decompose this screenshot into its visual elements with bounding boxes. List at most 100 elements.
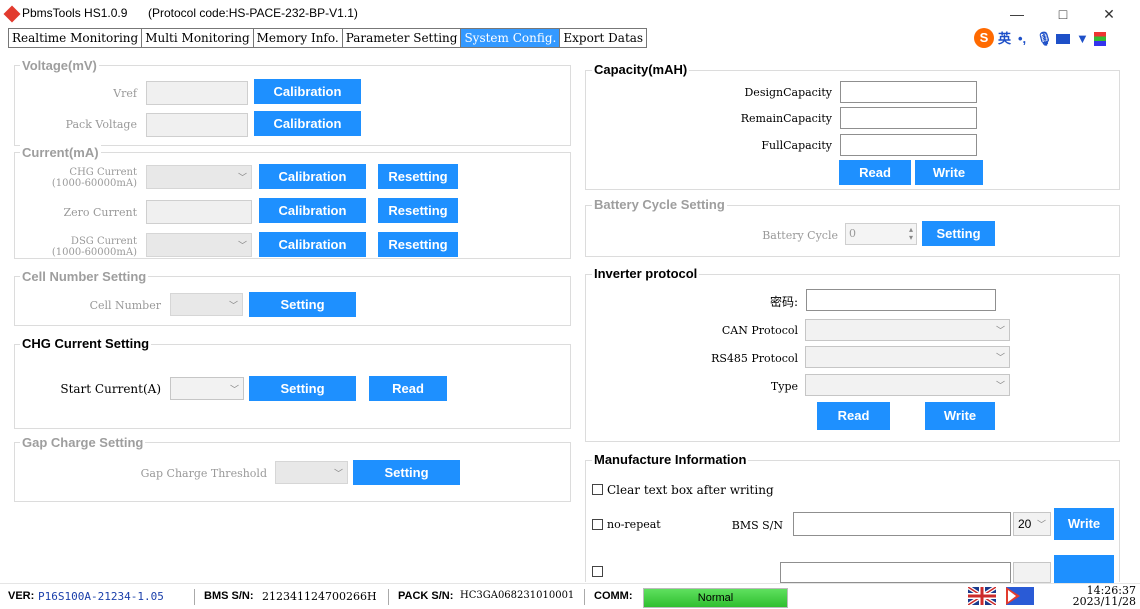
tab-bar: Realtime Monitoring Multi Monitoring Mem… (8, 28, 648, 48)
pack-sn-status-value: HC3GA068231010001 (460, 590, 575, 601)
chg-current-setting-title: CHG Current Setting (20, 336, 152, 351)
password-input[interactable] (806, 289, 996, 311)
inverter-read-button[interactable]: Read (817, 402, 890, 430)
start-current-setting-button[interactable]: Setting (249, 376, 356, 401)
bms-sn-label: BMS S/N (731, 519, 783, 532)
language-flag-icon[interactable] (1006, 587, 1034, 605)
rs485-protocol-select[interactable]: ﹀ (805, 346, 1010, 368)
title-bar: PbmsTools HS1.0.9 (Protocol code:HS-PACE… (0, 0, 1140, 28)
battery-cycle-setting-button[interactable]: Setting (922, 221, 995, 246)
capacity-write-button[interactable]: Write (915, 160, 983, 185)
remain-capacity-input[interactable] (840, 107, 977, 129)
zero-current-input[interactable] (146, 200, 252, 224)
maximize-button[interactable]: □ (1048, 4, 1078, 24)
type-select[interactable]: ﹀ (805, 374, 1010, 396)
gap-charge-setting-button[interactable]: Setting (353, 460, 460, 485)
type-label: Type (770, 380, 798, 393)
spinner-arrows-icon[interactable]: ▴ ▾ (909, 226, 913, 242)
tab-realtime-monitoring[interactable]: Realtime Monitoring (8, 28, 143, 48)
app-icon (3, 5, 21, 23)
chevron-down-icon: ﹀ (333, 468, 343, 478)
vref-input[interactable] (146, 81, 248, 105)
start-current-select[interactable]: ﹀ (170, 377, 244, 400)
ime-toolbar: S 英 •, 🎙 ▼ (974, 28, 1134, 48)
vref-calibration-button[interactable]: Calibration (254, 79, 361, 104)
status-bar: VER: P16S100A-21234-1.05 BMS S/N: 212341… (0, 583, 1140, 609)
battery-cycle-spinner[interactable]: 0 ▴ ▾ (845, 223, 917, 245)
remain-capacity-label: RemainCapacity (740, 112, 832, 125)
pack-sn-input[interactable] (780, 562, 1011, 583)
chg-resetting-button[interactable]: Resetting (378, 164, 458, 189)
capacity-read-button[interactable]: Read (839, 160, 911, 185)
chg-current-range: (1000-60000mA) (51, 178, 137, 189)
chg-current-select[interactable]: ﹀ (146, 165, 252, 189)
ime-punctuation-icon[interactable]: •, (1018, 30, 1026, 48)
microphone-icon[interactable]: 🎙 (1036, 30, 1053, 48)
app-title: PbmsTools HS1.0.9 (22, 6, 128, 20)
bms-sn-length-value: 20 (1018, 517, 1032, 531)
clock-date: 2023/11/28 (1072, 595, 1136, 608)
tab-export-datas[interactable]: Export Datas (560, 28, 648, 48)
toolbox-icon[interactable] (1094, 32, 1106, 46)
no-repeat-checkbox[interactable] (592, 519, 603, 530)
ime-logo-icon[interactable]: S (974, 28, 994, 48)
chevron-down-icon: ﹀ (229, 384, 239, 394)
battery-cycle-value: 0 (849, 227, 856, 240)
close-button[interactable]: ✕ (1094, 4, 1124, 24)
cell-number-select[interactable]: ﹀ (170, 293, 243, 316)
pack-sn-length-select[interactable] (1013, 562, 1051, 583)
chg-current-label: CHG Current (69, 167, 137, 178)
pack-voltage-label: Pack Voltage (65, 118, 137, 131)
tab-system-config[interactable]: System Config. (461, 28, 561, 48)
voltage-group-title: Voltage(mV) (20, 58, 99, 73)
dsg-current-select[interactable]: ﹀ (146, 233, 252, 257)
chevron-down-icon: ﹀ (237, 240, 247, 251)
zero-calibration-button[interactable]: Calibration (259, 198, 366, 223)
status-separator (194, 589, 195, 605)
pack-sn-write-button[interactable] (1054, 555, 1114, 583)
comm-status-indicator: Normal (643, 588, 788, 608)
bms-sn-input[interactable] (793, 512, 1011, 536)
skin-icon[interactable]: ▼ (1076, 30, 1089, 48)
can-protocol-select[interactable]: ﹀ (805, 319, 1010, 341)
pack-voltage-calibration-button[interactable]: Calibration (254, 111, 361, 136)
cell-number-setting-button[interactable]: Setting (249, 292, 356, 317)
start-current-read-button[interactable]: Read (369, 376, 447, 401)
status-separator (584, 589, 585, 605)
ime-language-icon[interactable]: 英 (998, 30, 1011, 48)
design-capacity-input[interactable] (840, 81, 977, 103)
tab-memory-info[interactable]: Memory Info. (253, 28, 343, 48)
bms-sn-write-button[interactable]: Write (1054, 508, 1114, 540)
pack-no-repeat-checkbox[interactable] (592, 566, 603, 577)
dsg-calibration-button[interactable]: Calibration (259, 232, 366, 257)
gap-charge-threshold-select[interactable]: ﹀ (275, 461, 348, 484)
version-label: VER: (8, 590, 35, 602)
password-label: 密码: (769, 295, 798, 309)
tab-parameter-setting[interactable]: Parameter Setting (342, 28, 462, 48)
full-capacity-input[interactable] (840, 134, 977, 156)
status-separator (388, 589, 389, 605)
dsg-resetting-button[interactable]: Resetting (378, 232, 458, 257)
capacity-group-title: Capacity(mAH) (592, 62, 690, 77)
chevron-down-icon: ﹀ (237, 172, 247, 183)
bms-sn-status-label: BMS S/N: (204, 590, 254, 602)
chevron-down-icon: ﹀ (1036, 519, 1046, 530)
chg-calibration-button[interactable]: Calibration (259, 164, 366, 189)
chevron-down-icon: ﹀ (228, 300, 238, 310)
pack-voltage-input[interactable] (146, 113, 248, 137)
tab-multi-monitoring[interactable]: Multi Monitoring (142, 28, 254, 48)
can-protocol-label: CAN Protocol (721, 324, 798, 337)
battery-cycle-label: Battery Cycle (762, 229, 838, 242)
english-flag-icon[interactable] (968, 587, 996, 605)
zero-resetting-button[interactable]: Resetting (378, 198, 458, 223)
dsg-current-label: DSG Current (70, 236, 137, 247)
chevron-down-icon: ﹀ (995, 380, 1005, 391)
minimize-button[interactable]: — (1002, 4, 1032, 24)
rs485-protocol-label: RS485 Protocol (711, 352, 798, 365)
zero-current-label: Zero Current (63, 206, 137, 219)
inverter-write-button[interactable]: Write (925, 402, 995, 430)
battery-cycle-group-title: Battery Cycle Setting (592, 197, 727, 212)
clear-text-checkbox[interactable] (592, 484, 603, 495)
bms-sn-length-select[interactable]: 20 ﹀ (1013, 512, 1051, 536)
keyboard-icon[interactable] (1056, 34, 1070, 44)
